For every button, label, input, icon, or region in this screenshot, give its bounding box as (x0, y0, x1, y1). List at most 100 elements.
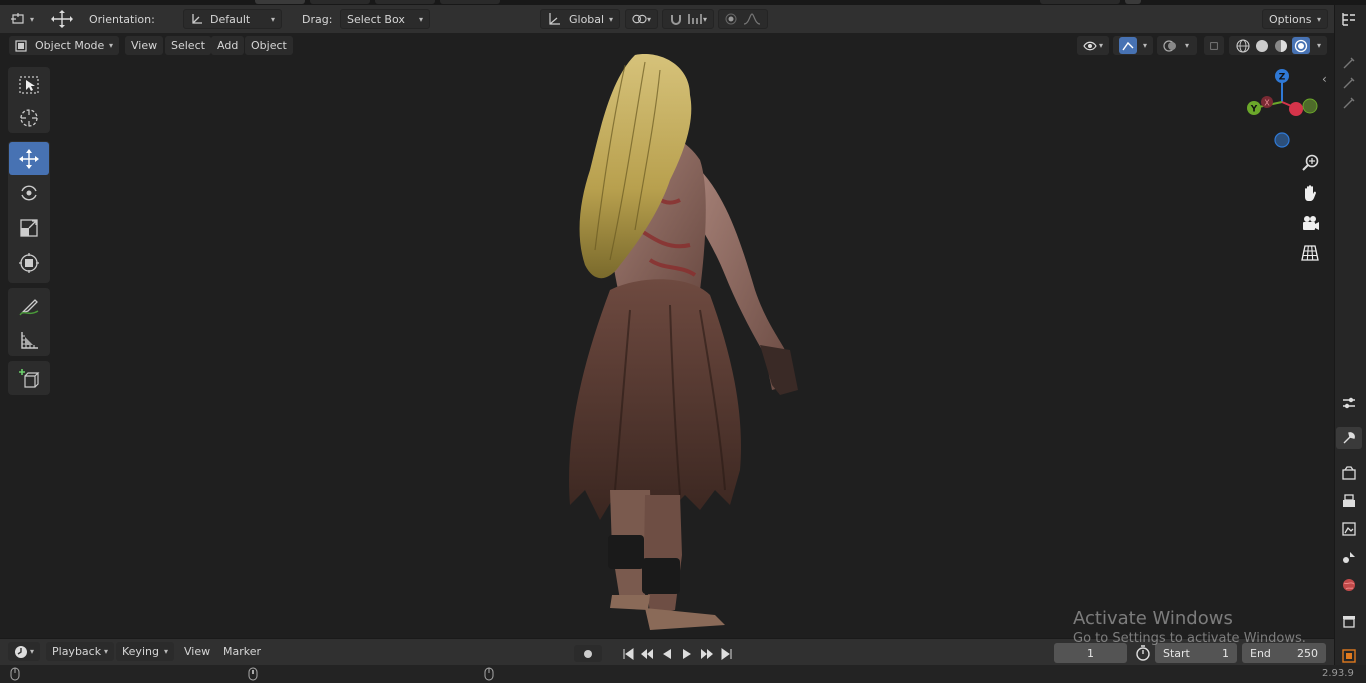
annotate-tool[interactable] (9, 289, 49, 322)
pivot-point-icon (632, 14, 647, 24)
pivot-point-dropdown[interactable]: ▾ (625, 9, 658, 29)
world-tab-icon[interactable] (1336, 574, 1362, 596)
sidebar-toggle-icon[interactable]: ‹ (1322, 72, 1327, 86)
camera-icon (1303, 216, 1319, 230)
snapping-toggle[interactable]: ▾ (662, 9, 714, 29)
object-tab-icon[interactable] (1336, 645, 1362, 667)
character-model[interactable] (540, 50, 810, 635)
xray-toggle[interactable] (1204, 36, 1224, 55)
move-tool[interactable] (9, 142, 49, 175)
tool-settings-icon[interactable] (1336, 52, 1362, 74)
jump-to-end-button[interactable] (718, 645, 736, 662)
workspace-tab-add[interactable] (1125, 0, 1141, 4)
play-reverse-button[interactable] (658, 645, 676, 662)
falloff-curve-icon (743, 13, 761, 25)
z-axis-label: Z (1279, 73, 1286, 83)
workspace-tab-scripting[interactable] (1040, 0, 1120, 4)
workspace-tab-modeling[interactable] (310, 0, 370, 4)
stopwatch-icon (1136, 645, 1150, 661)
transform-orientation-dropdown[interactable]: Global ▾ (540, 9, 620, 29)
transform-tool[interactable] (9, 246, 49, 279)
add-cube-tool[interactable] (9, 362, 49, 395)
end-frame-field[interactable]: End 250 (1242, 643, 1326, 663)
object-mode-dropdown[interactable]: Object Mode ▾ (9, 36, 119, 55)
tool-tab-icon[interactable] (1336, 427, 1362, 449)
rotate-tool[interactable] (9, 176, 49, 209)
pan-button[interactable] (1297, 181, 1323, 205)
play-button[interactable] (678, 645, 696, 662)
gizmo-toggle[interactable]: ▾ (1113, 36, 1153, 55)
auto-keying-toggle[interactable] (574, 645, 602, 662)
visibility-dropdown[interactable]: ▾ (1077, 36, 1109, 55)
timeline-editor-type-button[interactable]: ▾ (8, 642, 40, 661)
chevron-down-icon: ▾ (1098, 41, 1103, 50)
select-box-icon (19, 75, 39, 94)
collection-tab-icon[interactable] (1336, 610, 1362, 632)
navigation-gizmo[interactable]: Z Y X (1240, 66, 1322, 152)
negative-z-handle[interactable] (1274, 132, 1290, 148)
tool-settings-icon-2[interactable] (1336, 72, 1362, 94)
record-icon (584, 649, 592, 658)
activation-watermark: Activate Windows Go to Settings to activ… (1073, 608, 1306, 646)
material-preview-icon[interactable] (1273, 38, 1289, 54)
chevron-down-icon: ▾ (1185, 41, 1190, 50)
transform-tool-icon[interactable] (50, 9, 74, 29)
current-frame-field[interactable]: 1 (1054, 643, 1127, 663)
cursor-icon (20, 108, 38, 127)
view-menu[interactable]: View (125, 36, 164, 55)
marker-menu[interactable]: Marker (217, 642, 267, 661)
scale-tool[interactable] (9, 211, 49, 244)
rendered-shading-button[interactable] (1292, 37, 1310, 54)
workspace-tab-sculpting[interactable] (375, 0, 435, 4)
end-value: 250 (1297, 646, 1318, 660)
editor-type-button[interactable]: ▾ (10, 9, 34, 29)
outliner-icon[interactable] (1336, 8, 1362, 30)
workspace-tab-uv-editing[interactable] (440, 0, 500, 4)
orientation-icon (192, 14, 202, 24)
render-tab-icon[interactable] (1336, 462, 1362, 484)
scene-tab-icon[interactable] (1336, 546, 1362, 568)
select-menu[interactable]: Select (165, 36, 211, 55)
object-menu[interactable]: Object (245, 36, 293, 55)
start-frame-field[interactable]: Start 1 (1155, 643, 1237, 663)
hand-icon (1305, 185, 1316, 201)
x-axis-handle[interactable] (1289, 102, 1303, 116)
output-tab-icon[interactable] (1336, 490, 1362, 512)
orthographic-toggle[interactable] (1297, 241, 1323, 265)
keyframe-forward-icon (701, 648, 713, 659)
zoom-button[interactable] (1297, 151, 1323, 175)
measure-tool[interactable] (9, 323, 49, 356)
add-menu[interactable]: Add (211, 36, 245, 55)
drag-value: Select Box (347, 12, 405, 26)
keying-menu[interactable]: Keying ▾ (116, 642, 174, 661)
chevron-down-icon: ▾ (30, 14, 35, 24)
workspace-tab-layout[interactable] (255, 0, 305, 4)
jump-to-start-button[interactable] (619, 645, 637, 662)
tool-settings-icon-3[interactable] (1336, 92, 1362, 114)
jump-to-keyframe-back-button[interactable] (638, 645, 656, 662)
orientation-dropdown[interactable]: Default ▾ (183, 9, 282, 29)
timeline-view-menu[interactable]: View (178, 642, 216, 661)
ruler-icon (21, 331, 38, 349)
overlays-toggle[interactable]: ▾ (1157, 36, 1197, 55)
options-dropdown[interactable]: Options ▾ (1262, 9, 1328, 29)
mouse-right-icon (484, 667, 494, 683)
overlays-icon (1163, 39, 1176, 52)
view-layer-tab-icon[interactable] (1336, 518, 1362, 540)
drag-dropdown[interactable]: Select Box ▾ (340, 9, 430, 29)
properties-options-icon[interactable] (1336, 392, 1362, 414)
jump-to-keyframe-forward-button[interactable] (698, 645, 716, 662)
object-mode-label: Object Mode (35, 39, 105, 52)
negative-y-handle[interactable] (1302, 98, 1318, 114)
playback-menu[interactable]: Playback ▾ (46, 642, 114, 661)
select-box-tool[interactable] (9, 68, 49, 101)
chevron-down-icon: ▾ (703, 14, 708, 24)
use-preview-range-toggle[interactable] (1135, 645, 1151, 664)
snap-increment-icon (688, 14, 702, 24)
camera-view-button[interactable] (1297, 211, 1323, 235)
clock-icon (14, 645, 27, 658)
proportional-editing-toggle[interactable] (718, 9, 768, 29)
wireframe-shading-icon[interactable] (1235, 38, 1251, 54)
solid-shading-icon[interactable] (1254, 38, 1270, 54)
cursor-tool[interactable] (9, 101, 49, 134)
